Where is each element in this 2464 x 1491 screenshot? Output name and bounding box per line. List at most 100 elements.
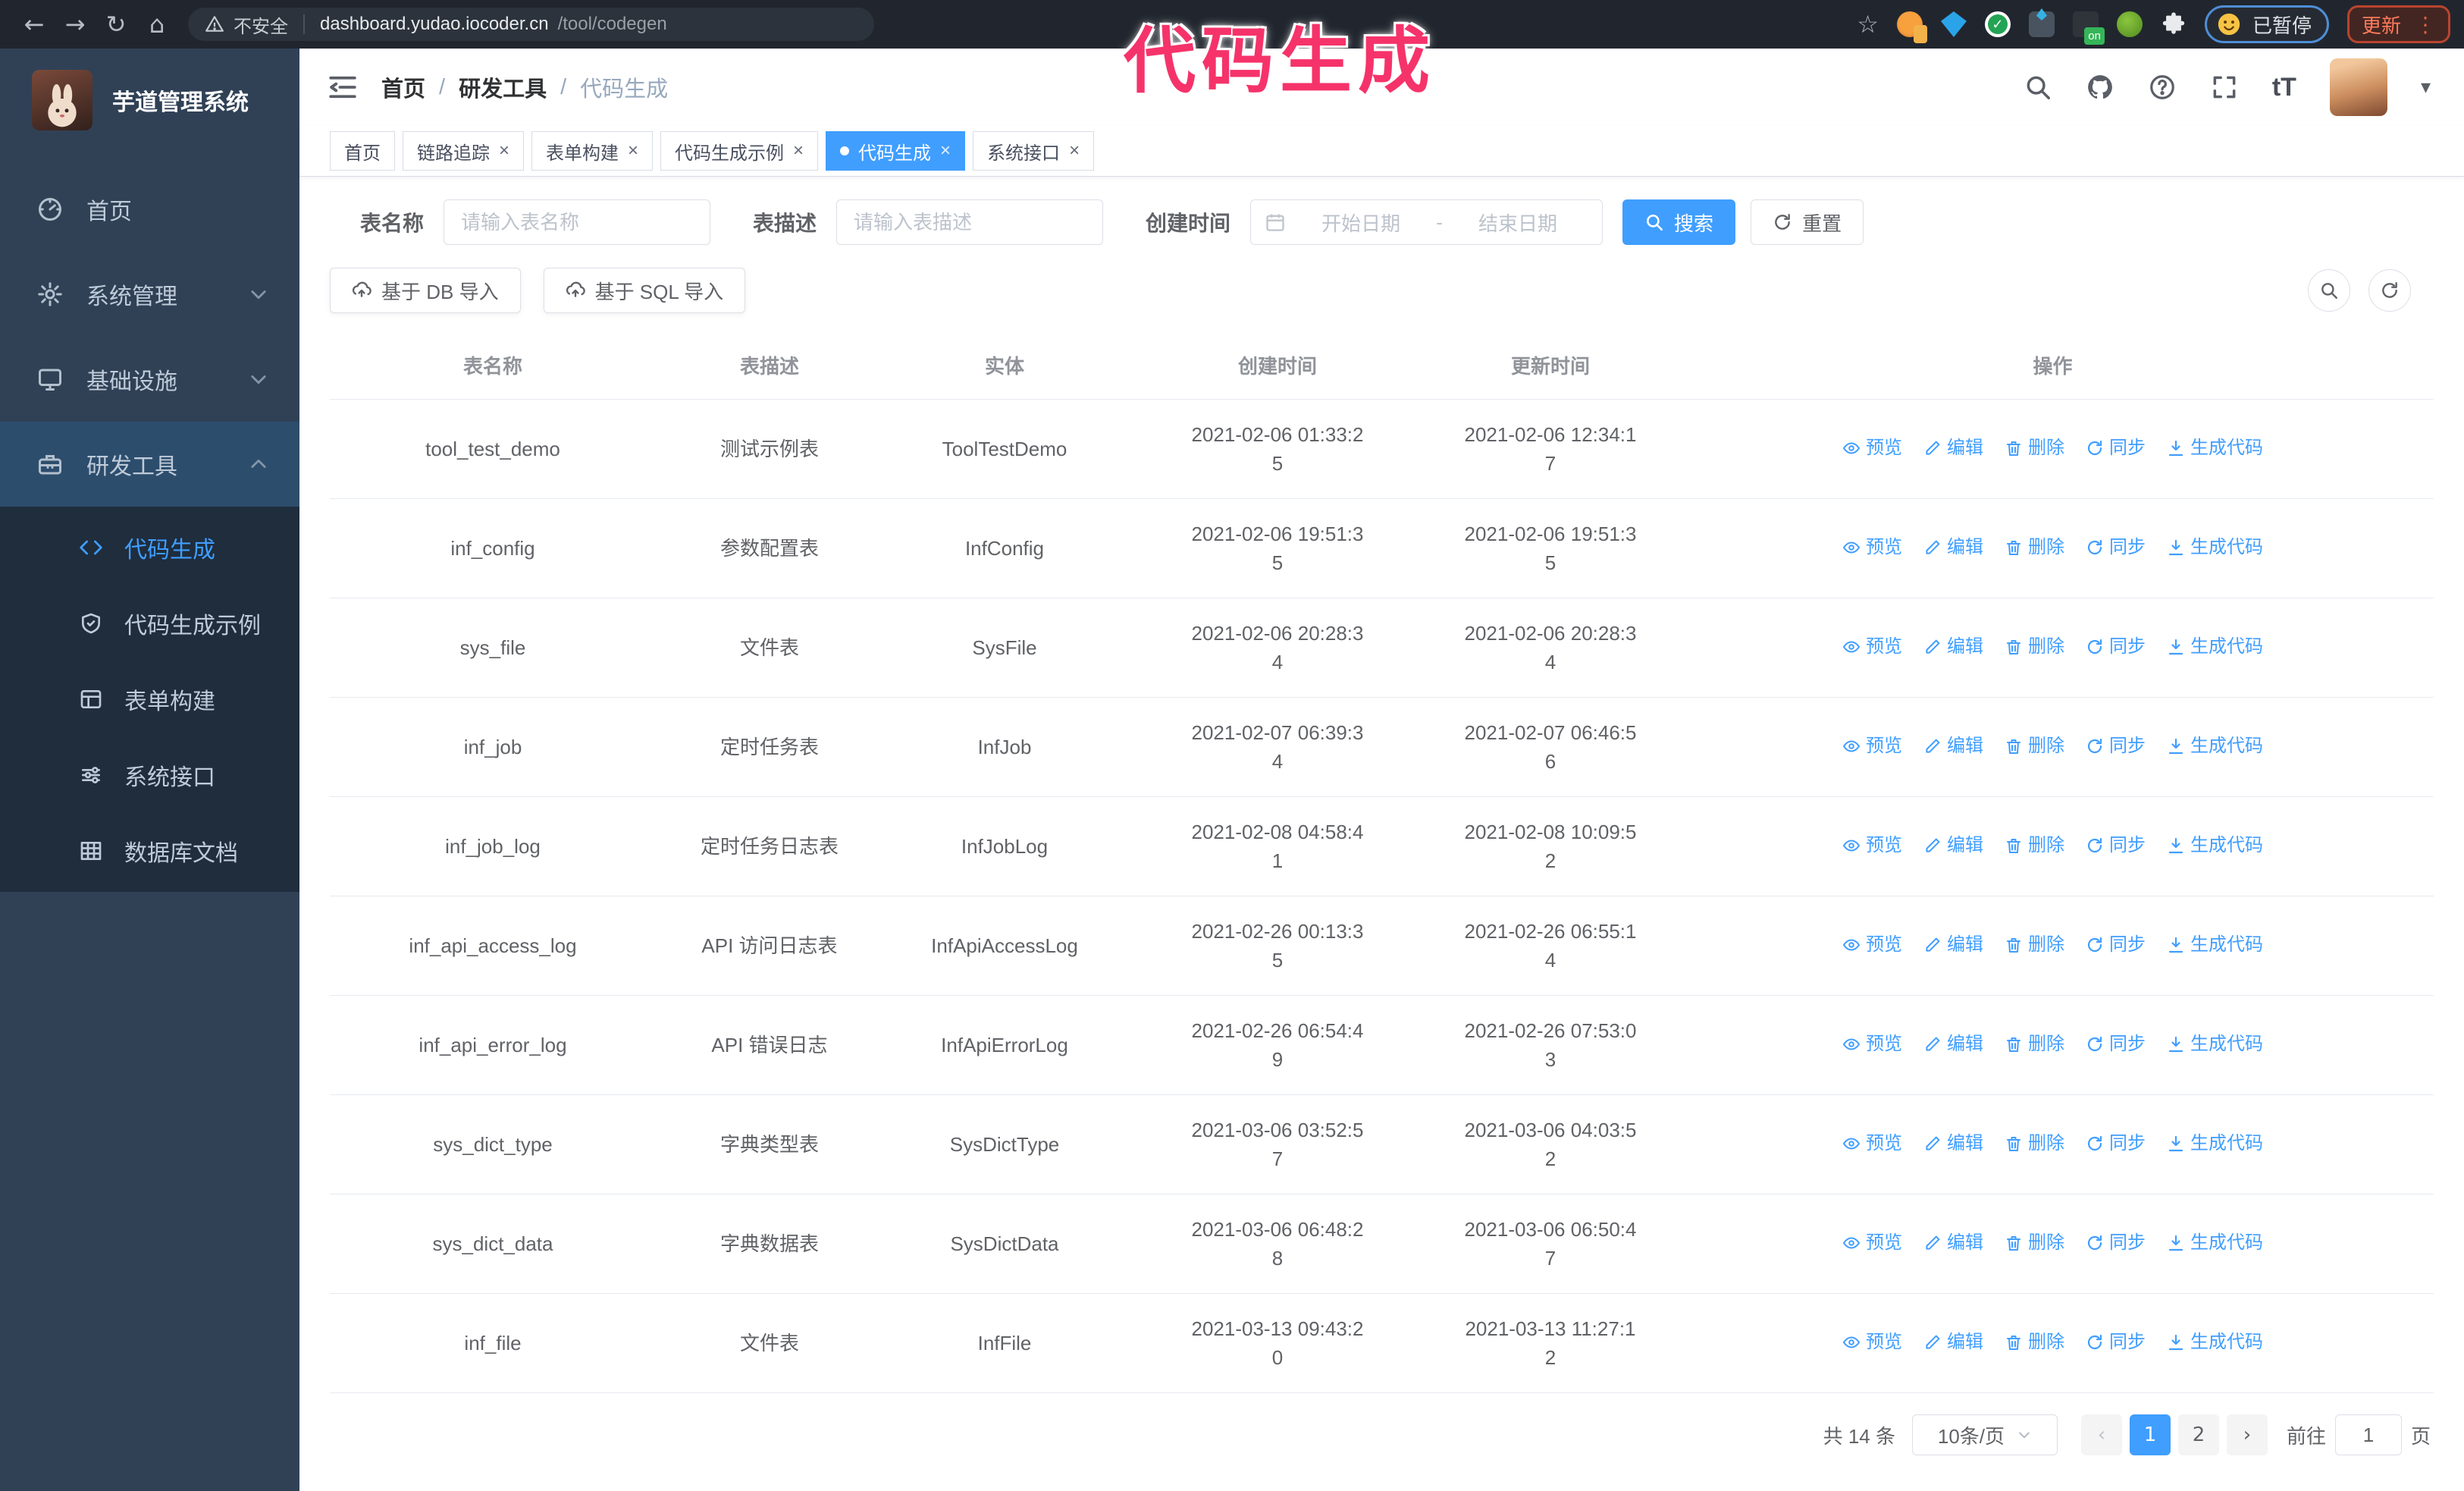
delete-link[interactable]: 删除 [2005, 434, 2064, 463]
preview-link[interactable]: 预览 [1842, 831, 1902, 860]
generate-code-link[interactable]: 生成代码 [2167, 632, 2263, 661]
generate-code-link[interactable]: 生成代码 [2167, 1030, 2263, 1059]
edit-link[interactable]: 编辑 [1923, 732, 1983, 761]
sidebar-item-codegen-example[interactable]: 代码生成示例 [0, 585, 299, 661]
table-name-input[interactable] [444, 199, 711, 245]
sync-link[interactable]: 同步 [2086, 931, 2146, 959]
generate-code-link[interactable]: 生成代码 [2167, 1328, 2263, 1357]
tab-codegen[interactable]: 代码生成 × [826, 131, 966, 171]
goto-page-input[interactable] [2334, 1414, 2402, 1455]
bookmark-star-icon[interactable]: ☆ [1857, 10, 1879, 39]
page-button-1[interactable]: 1 [2129, 1414, 2171, 1455]
import-db-button[interactable]: 基于 DB 导入 [330, 268, 521, 313]
preview-link[interactable]: 预览 [1842, 1229, 1902, 1257]
browser-menu-icon[interactable]: ⋮ [2415, 12, 2436, 37]
text-size-icon[interactable]: tT [2272, 73, 2296, 102]
hamburger-icon[interactable] [327, 71, 359, 103]
search-button[interactable]: 搜索 [1622, 199, 1736, 245]
close-icon[interactable]: × [793, 142, 804, 160]
close-icon[interactable]: × [1069, 142, 1080, 160]
extension-icon-orange[interactable] [1896, 11, 1927, 43]
extension-icon-grid[interactable] [2028, 11, 2055, 37]
page-size-select[interactable]: 10条/页 [1911, 1414, 2058, 1455]
refresh-table-button[interactable] [2368, 269, 2411, 312]
toggle-search-button[interactable] [2308, 269, 2350, 312]
sidebar-item-db-docs[interactable]: 数据库文档 [0, 813, 299, 889]
sidebar-item-devtools[interactable]: 研发工具 [0, 422, 299, 507]
sync-link[interactable]: 同步 [2086, 434, 2146, 463]
edit-link[interactable]: 编辑 [1923, 1030, 1983, 1059]
preview-link[interactable]: 预览 [1842, 632, 1902, 661]
generate-code-link[interactable]: 生成代码 [2167, 1129, 2263, 1158]
sidebar-item-codegen[interactable]: 代码生成 [0, 510, 299, 585]
table-desc-input[interactable] [836, 199, 1104, 245]
extension-icon-gem[interactable] [1940, 11, 1967, 37]
browser-home-button[interactable]: ⌂ [136, 6, 177, 42]
sidebar-item-home[interactable]: 首页 [0, 167, 299, 252]
sidebar-item-system-api[interactable]: 系统接口 [0, 737, 299, 813]
breadcrumb-devtools[interactable]: 研发工具 [459, 71, 547, 103]
edit-link[interactable]: 编辑 [1923, 1328, 1983, 1357]
sidebar-item-form-builder[interactable]: 表单构建 [0, 661, 299, 737]
tab-system-api[interactable]: 系统接口 × [973, 131, 1095, 171]
tab-form-builder[interactable]: 表单构建 × [531, 131, 654, 171]
next-page-button[interactable]: › [2226, 1414, 2268, 1455]
delete-link[interactable]: 删除 [2005, 1328, 2064, 1357]
delete-link[interactable]: 删除 [2005, 831, 2064, 860]
help-icon[interactable] [2148, 73, 2177, 102]
tab-trace[interactable]: 链路追踪 × [403, 131, 525, 171]
generate-code-link[interactable]: 生成代码 [2167, 434, 2263, 463]
edit-link[interactable]: 编辑 [1923, 434, 1983, 463]
preview-link[interactable]: 预览 [1842, 1030, 1902, 1059]
preview-link[interactable]: 预览 [1842, 1328, 1902, 1357]
delete-link[interactable]: 删除 [2005, 1129, 2064, 1158]
prev-page-button[interactable]: ‹ [2080, 1414, 2122, 1455]
sync-link[interactable]: 同步 [2086, 1129, 2146, 1158]
avatar-caret-icon[interactable]: ▾ [2421, 76, 2431, 99]
extensions-puzzle-icon[interactable] [2161, 11, 2187, 37]
delete-link[interactable]: 删除 [2005, 732, 2064, 761]
reset-button[interactable]: 重置 [1751, 199, 1864, 245]
close-icon[interactable]: × [628, 142, 638, 160]
update-button[interactable]: 更新 ⋮ [2346, 5, 2450, 43]
delete-link[interactable]: 删除 [2005, 533, 2064, 562]
preview-link[interactable]: 预览 [1842, 1129, 1902, 1158]
sync-link[interactable]: 同步 [2086, 1030, 2146, 1059]
edit-link[interactable]: 编辑 [1923, 533, 1983, 562]
sync-link[interactable]: 同步 [2086, 831, 2146, 860]
delete-link[interactable]: 删除 [2005, 632, 2064, 661]
edit-link[interactable]: 编辑 [1923, 632, 1983, 661]
generate-code-link[interactable]: 生成代码 [2167, 533, 2263, 562]
close-icon[interactable]: × [940, 142, 951, 160]
search-icon[interactable] [2024, 73, 2052, 102]
browser-reload-button[interactable]: ↻ [96, 6, 136, 42]
generate-code-link[interactable]: 生成代码 [2167, 831, 2263, 860]
avatar[interactable] [2329, 58, 2387, 116]
edit-link[interactable]: 编辑 [1923, 1229, 1983, 1257]
close-icon[interactable]: × [499, 142, 509, 160]
import-sql-button[interactable]: 基于 SQL 导入 [543, 268, 746, 313]
edit-link[interactable]: 编辑 [1923, 931, 1983, 959]
extension-icon-frog[interactable] [2116, 11, 2143, 37]
generate-code-link[interactable]: 生成代码 [2167, 732, 2263, 761]
breadcrumb-home[interactable]: 首页 [381, 71, 425, 103]
date-range-picker[interactable]: 开始日期 - 结束日期 [1250, 199, 1603, 245]
sync-link[interactable]: 同步 [2086, 1328, 2146, 1357]
generate-code-link[interactable]: 生成代码 [2167, 931, 2263, 959]
sync-link[interactable]: 同步 [2086, 732, 2146, 761]
preview-link[interactable]: 预览 [1842, 533, 1902, 562]
address-bar[interactable]: 不安全 dashboard.yudao.iocoder.cn/tool/code… [188, 8, 874, 41]
delete-link[interactable]: 删除 [2005, 931, 2064, 959]
sidebar-item-system[interactable]: 系统管理 [0, 252, 299, 337]
tab-home[interactable]: 首页 [330, 131, 395, 171]
sync-link[interactable]: 同步 [2086, 632, 2146, 661]
browser-back-button[interactable]: ← [14, 6, 55, 42]
edit-link[interactable]: 编辑 [1923, 831, 1983, 860]
extension-icon-check[interactable]: ✓ [1984, 11, 2011, 37]
paused-badge[interactable]: 已暂停 [2204, 5, 2329, 43]
sync-link[interactable]: 同步 [2086, 1229, 2146, 1257]
app-logo[interactable]: 芋道管理系统 [0, 49, 299, 141]
sync-link[interactable]: 同步 [2086, 533, 2146, 562]
github-icon[interactable] [2086, 73, 2114, 102]
fullscreen-icon[interactable] [2210, 73, 2239, 102]
